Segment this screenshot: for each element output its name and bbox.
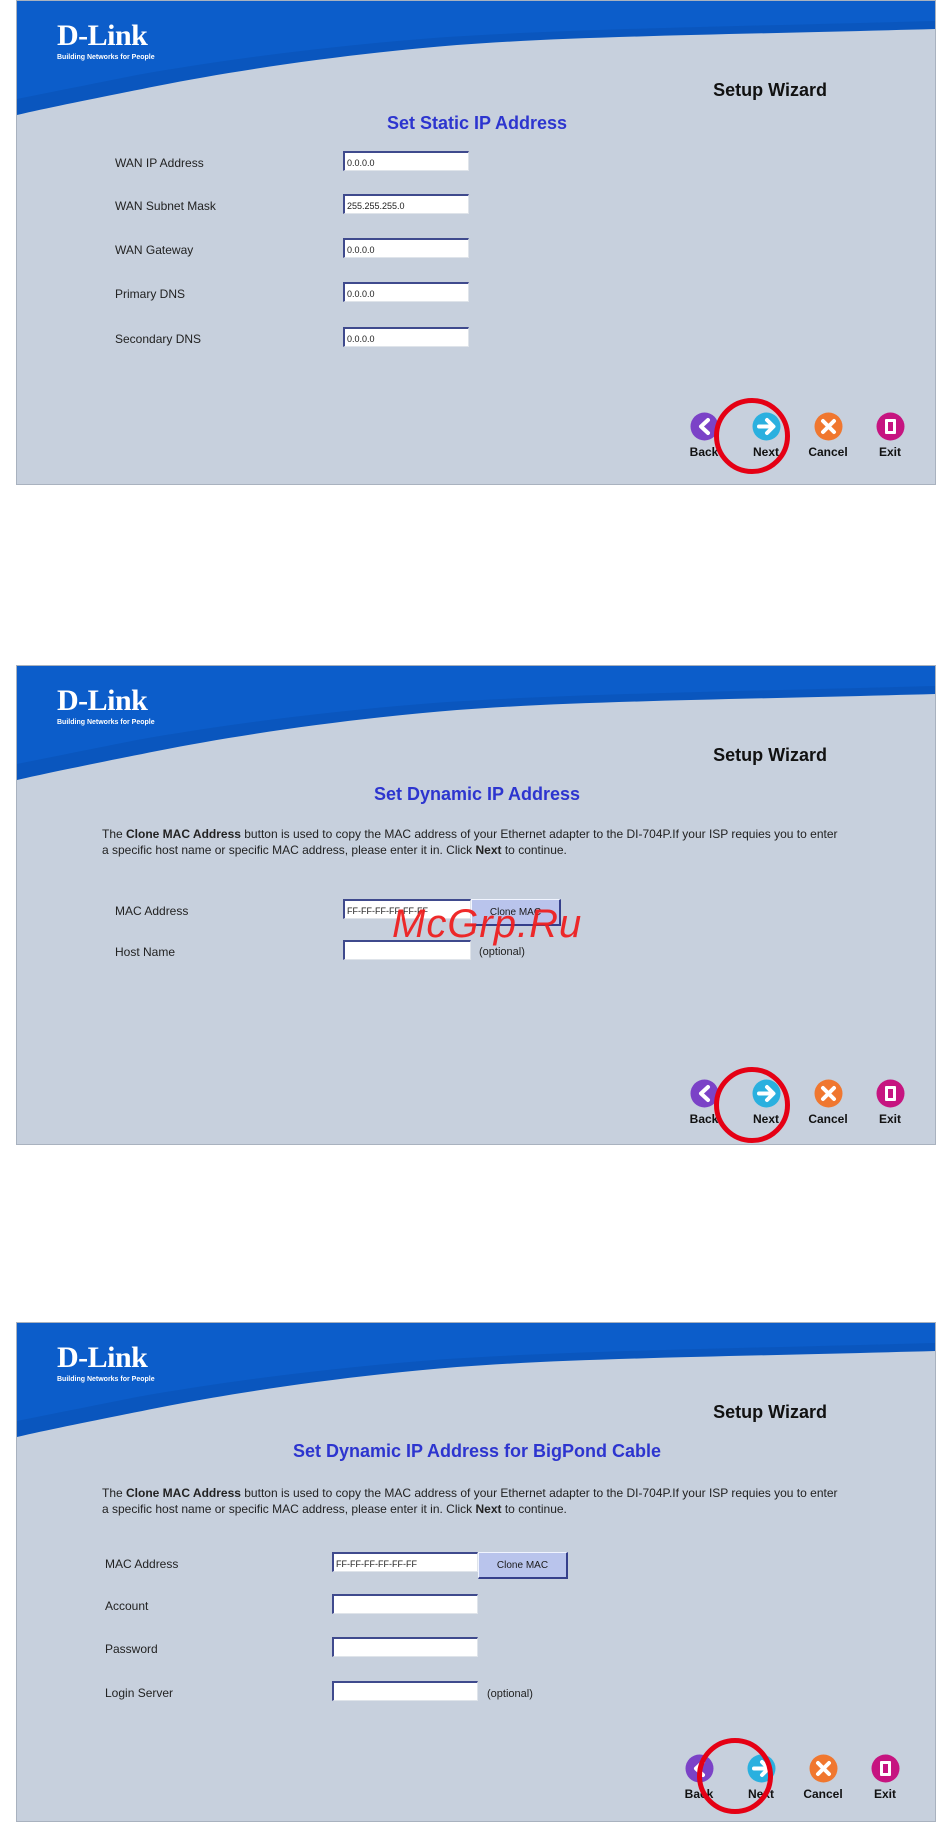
next-arrow-icon: [751, 1078, 782, 1109]
field-label: WAN Subnet Mask: [115, 199, 216, 213]
logo-tagline: Building Networks for People: [57, 1376, 155, 1383]
screen-dynamic-ip: D-Link Building Networks for People Setu…: [16, 665, 936, 1145]
exit-button[interactable]: Exit: [859, 1078, 921, 1126]
exit-icon: [870, 1753, 901, 1784]
description-bold-next: Next: [475, 1502, 502, 1516]
field-label: WAN Gateway: [115, 243, 194, 257]
next-arrow-icon: [746, 1753, 777, 1784]
exit-label: Exit: [878, 445, 901, 459]
logo-tagline: Building Networks for People: [57, 719, 155, 726]
wizard-title: Setup Wizard: [713, 745, 827, 765]
back-arrow-icon: [689, 1078, 720, 1109]
logo-text: D-Link: [57, 19, 148, 52]
password-input[interactable]: [332, 1637, 478, 1657]
field-label: Account: [105, 1599, 149, 1613]
description-prefix: The: [102, 1486, 127, 1500]
back-button[interactable]: Back: [673, 411, 735, 459]
cancel-icon: [813, 411, 844, 442]
page-title: Set Dynamic IP Address for BigPond Cable: [292, 1441, 662, 1461]
exit-icon: [875, 1078, 906, 1109]
watermark: McGrp.Ru: [392, 902, 583, 946]
wizard-nav: Back Next Cancel Exit: [673, 411, 921, 459]
next-button[interactable]: Next: [730, 1753, 792, 1801]
description-prefix: The: [102, 827, 127, 841]
mac-address-input[interactable]: [332, 1552, 478, 1572]
wizard-nav: Back Next Cancel Exit: [668, 1753, 916, 1801]
wizard-title: Setup Wizard: [713, 1402, 827, 1422]
exit-label: Exit: [873, 1787, 896, 1801]
cancel-button[interactable]: Cancel: [792, 1753, 854, 1801]
optional-note: (optional): [487, 1688, 533, 1700]
logo-text: D-Link: [57, 1341, 148, 1374]
next-label: Next: [747, 1787, 774, 1801]
exit-button[interactable]: Exit: [854, 1753, 916, 1801]
next-label: Next: [752, 445, 779, 459]
field-label: Primary DNS: [115, 287, 186, 301]
screen-bigpond-cable: D-Link Building Networks for People Setu…: [16, 1322, 936, 1822]
next-arrow-icon: [751, 411, 782, 442]
field-label: WAN IP Address: [115, 156, 204, 170]
secondary-dns-input[interactable]: [343, 327, 469, 347]
wizard-nav: Back Next Cancel Exit: [673, 1078, 921, 1126]
field-label: Password: [105, 1642, 158, 1656]
back-button[interactable]: Back: [668, 1753, 730, 1801]
description-bold-next: Next: [475, 843, 502, 857]
optional-note: (optional): [479, 946, 525, 958]
wan-subnet-mask-input[interactable]: [343, 194, 469, 214]
cancel-label: Cancel: [808, 445, 848, 459]
page-title: Set Dynamic IP Address: [373, 784, 581, 804]
description: The Clone MAC Address button is used to …: [102, 1485, 842, 1517]
primary-dns-input[interactable]: [343, 282, 469, 302]
brand-logo: D-Link Building Networks for People: [57, 1341, 155, 1384]
cancel-label: Cancel: [803, 1787, 843, 1801]
screen-static-ip: D-Link Building Networks for People Setu…: [16, 0, 936, 485]
next-button[interactable]: Next: [735, 411, 797, 459]
back-button[interactable]: Back: [673, 1078, 735, 1126]
account-input[interactable]: [332, 1594, 478, 1614]
logo-text: D-Link: [57, 684, 148, 717]
back-arrow-icon: [684, 1753, 715, 1784]
cancel-icon: [813, 1078, 844, 1109]
cancel-button[interactable]: Cancel: [797, 411, 859, 459]
back-arrow-icon: [689, 411, 720, 442]
login-server-input[interactable]: [332, 1681, 478, 1701]
brand-logo: D-Link Building Networks for People: [57, 19, 155, 62]
field-label: Host Name: [115, 945, 176, 959]
wizard-title: Setup Wizard: [713, 80, 827, 100]
field-label: MAC Address: [105, 1557, 179, 1571]
next-label: Next: [752, 1112, 779, 1126]
exit-label: Exit: [878, 1112, 901, 1126]
description: The Clone MAC Address button is used to …: [102, 826, 842, 858]
field-label: MAC Address: [115, 904, 189, 918]
description-bold-clone-mac: Clone MAC Address: [126, 827, 241, 841]
description-suffix: to continue.: [501, 843, 567, 857]
wan-ip-input[interactable]: [343, 151, 469, 171]
brand-logo: D-Link Building Networks for People: [57, 684, 155, 727]
logo-tagline: Building Networks for People: [57, 54, 155, 61]
cancel-icon: [808, 1753, 839, 1784]
field-label: Secondary DNS: [115, 332, 202, 346]
exit-button[interactable]: Exit: [859, 411, 921, 459]
description-suffix: to continue.: [501, 1502, 567, 1516]
wan-gateway-input[interactable]: [343, 238, 469, 258]
cancel-label: Cancel: [808, 1112, 848, 1126]
next-button[interactable]: Next: [735, 1078, 797, 1126]
field-label: Login Server: [105, 1686, 174, 1700]
back-label: Back: [684, 1787, 714, 1801]
clone-mac-button[interactable]: Clone MAC: [478, 1552, 568, 1579]
cancel-button[interactable]: Cancel: [797, 1078, 859, 1126]
page-title: Set Static IP Address: [386, 113, 568, 133]
exit-icon: [875, 411, 906, 442]
back-label: Back: [689, 1112, 719, 1126]
description-bold-clone-mac: Clone MAC Address: [126, 1486, 241, 1500]
back-label: Back: [689, 445, 719, 459]
